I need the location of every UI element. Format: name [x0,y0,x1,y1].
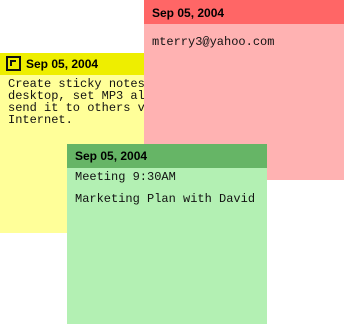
clock-icon[interactable] [6,56,21,71]
note-date: Sep 05, 2004 [152,6,225,20]
note-text-line: Internet. [8,113,73,127]
note-header[interactable]: Sep 05, 2004 [67,144,267,168]
note-header[interactable]: Sep 05, 2004 [144,0,344,24]
note-text-line: Meeting 9:30AM [75,170,176,184]
note-body[interactable]: Meeting 9:30AM Marketing Plan with David [75,168,255,205]
note-date: Sep 05, 2004 [26,57,99,71]
note-text-line: mterry3@yahoo.com [152,35,275,49]
desktop-area: Sep 05, 2004 Create sticky notes desktop,… [0,0,344,324]
note-body[interactable]: mterry3@yahoo.com [152,36,274,48]
sticky-note-green[interactable]: Sep 05, 2004 Meeting 9:30AM Marketing Pla… [67,144,267,324]
note-text-line: Marketing Plan with David [75,192,256,206]
note-date: Sep 05, 2004 [75,149,148,163]
note-body[interactable]: Create sticky notes desktop, set MP3 ala s… [8,78,152,126]
